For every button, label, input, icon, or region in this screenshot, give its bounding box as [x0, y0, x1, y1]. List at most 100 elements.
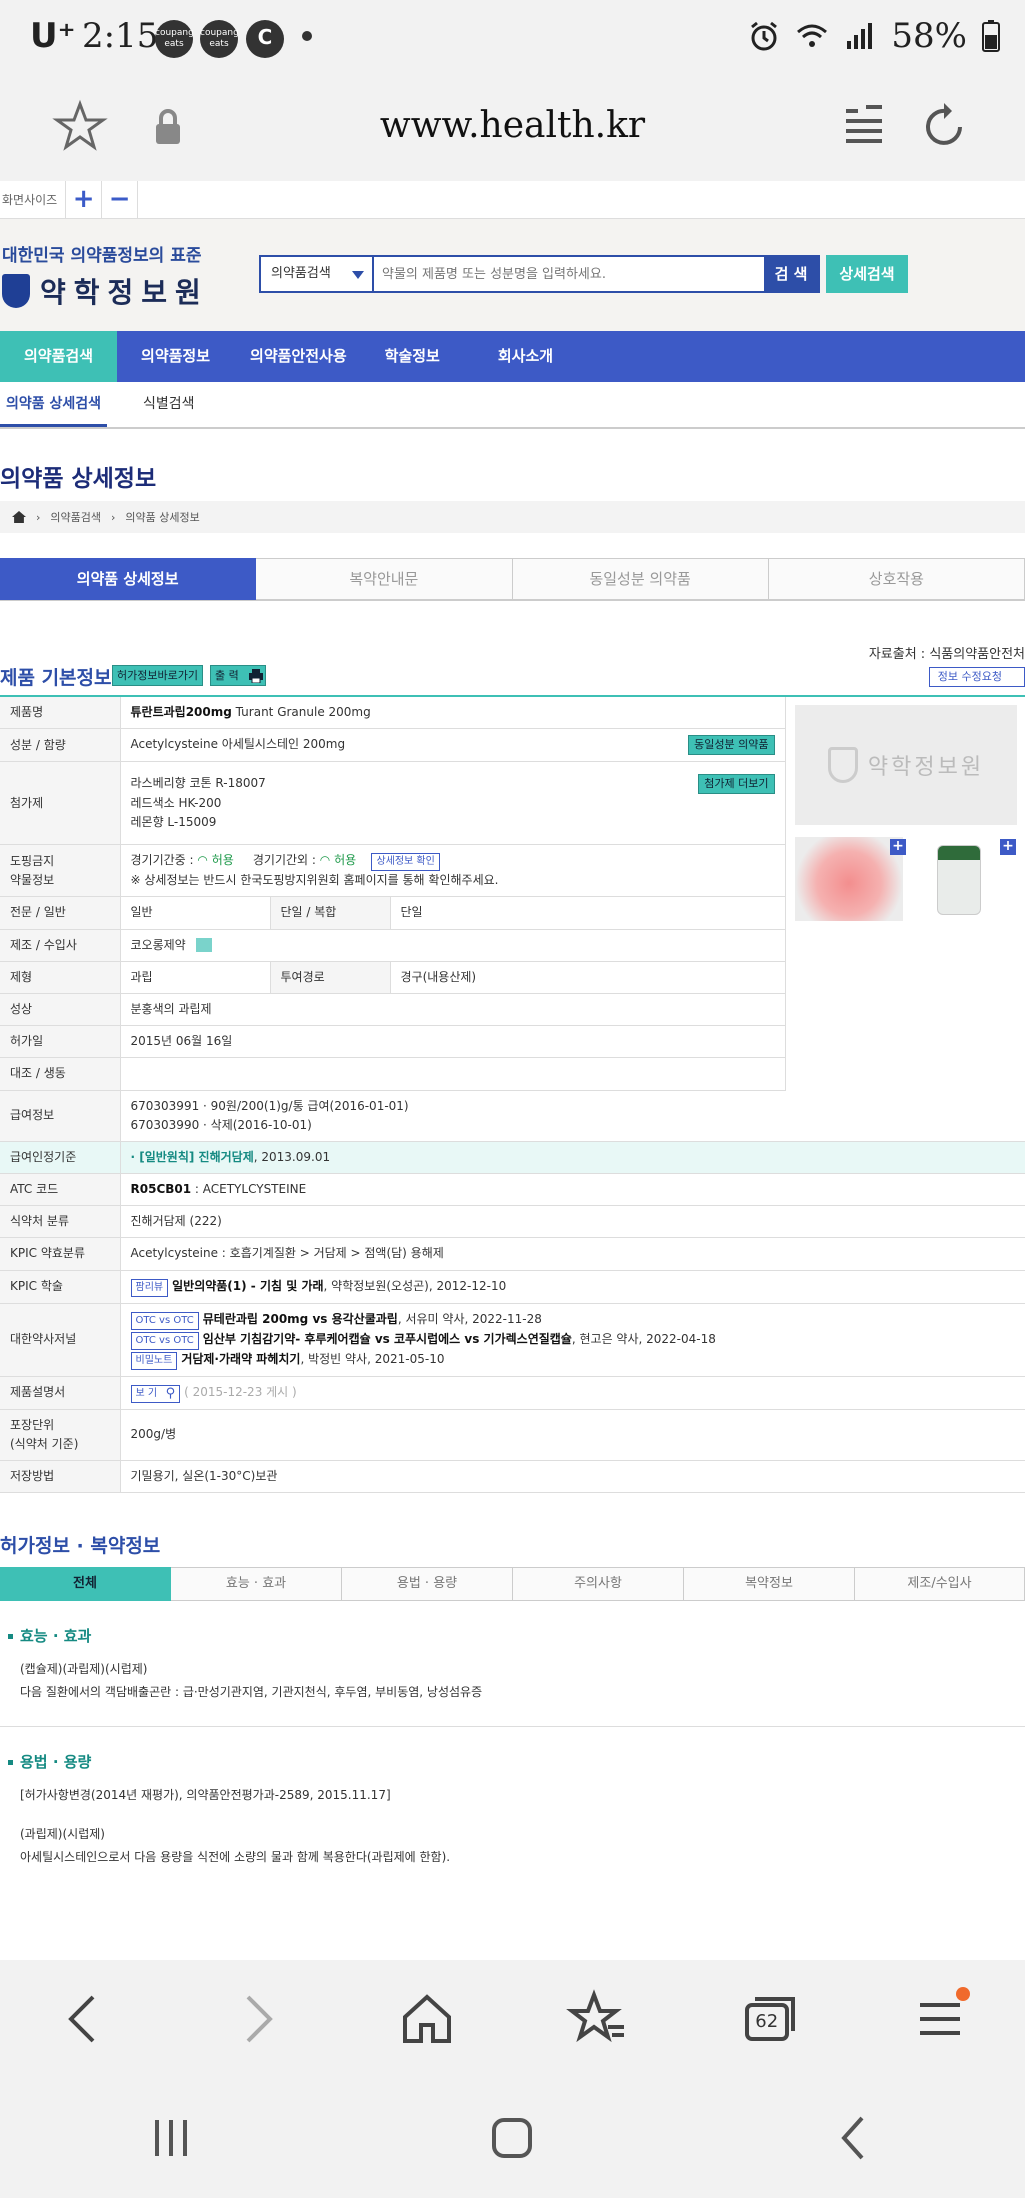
tab-same-ingredient[interactable]: 동일성분 의약품	[512, 558, 769, 600]
system-back-icon[interactable]	[824, 2108, 884, 2168]
journal-link[interactable]: 뮤테란과립 200mg vs 용각산쿨과립	[203, 1312, 398, 1326]
image-placeholder: 약학정보원	[795, 705, 1017, 825]
bookmarks-icon[interactable]	[566, 1987, 630, 2051]
doping-out-label: 경기기간외 :	[252, 853, 316, 868]
section-title: 제품 기본정보	[0, 667, 112, 689]
home-icon[interactable]	[395, 1987, 459, 2051]
additive-item: 레몬향 L-15009	[130, 814, 217, 829]
signal-icon	[847, 23, 873, 49]
tab-medication-info[interactable]: 복약정보	[684, 1567, 855, 1602]
nav-academic[interactable]: 학술정보	[363, 331, 468, 382]
nav-drug-safety[interactable]: 의약품안전사용	[234, 331, 363, 382]
kpic-study-link[interactable]: 일반의약품(1) - 기침 및 가래	[172, 1279, 323, 1293]
insurance-line: 670303991 · 90원/200(1)g/통 급여(2016-01-01)	[130, 1098, 409, 1113]
chevron-right-icon: ›	[111, 510, 116, 524]
detail-tabs: 의약품 상세정보 복약안내문 동일성분 의약품 상호작용	[0, 558, 1025, 601]
kpic-value: Acetylcysteine : 호흡기계질환 > 거담제 > 점액(담) 용해…	[120, 1237, 1025, 1271]
home-button-icon[interactable]	[482, 2108, 542, 2168]
row-label: 단일 / 복합	[269, 896, 391, 930]
tabs-icon[interactable]: 62	[737, 1987, 801, 2051]
doping-out-value: 허용	[334, 853, 357, 868]
caret-down-icon	[352, 271, 364, 279]
nav-drug-info[interactable]: 의약품정보	[117, 331, 234, 382]
search-button[interactable]: 검 색	[764, 257, 818, 291]
dosage-text: 아세틸시스테인으로서 다음 용량을 식전에 소량의 물과 함께 복용한다(과립제…	[20, 1849, 451, 1864]
effect-text: (캡슐제)(과립제)(시럽제)	[20, 1662, 148, 1677]
maker-value[interactable]: 코오롱제약	[131, 938, 186, 952]
chevron-right-icon: ›	[36, 510, 41, 524]
search-input[interactable]	[374, 257, 764, 291]
dosage-text: (과립제)(시럽제)	[20, 1826, 105, 1841]
back-icon[interactable]	[53, 1987, 117, 2051]
tab-detail-info[interactable]: 의약품 상세정보	[0, 558, 257, 600]
menu-icon[interactable]	[908, 1987, 972, 2051]
edit-request-button[interactable]: 정보 수정요청	[928, 667, 1025, 687]
insurance-line: 670303990 · 삭제(2016-10-01)	[130, 1117, 312, 1132]
tab-precautions[interactable]: 주의사항	[513, 1567, 684, 1602]
row-label: (식약처 기준)	[10, 1436, 79, 1451]
effect-title: 효능 · 효과	[0, 1625, 1025, 1646]
browser-bottom-nav: 62	[0, 1960, 1025, 2078]
nav-company[interactable]: 회사소개	[468, 331, 583, 382]
granule-photo[interactable]	[795, 837, 903, 921]
row-label: 대조 / 생동	[0, 1057, 121, 1091]
journal-tag: 비밀노트	[130, 1351, 178, 1370]
building-icon[interactable]	[195, 938, 212, 953]
carrier: U⁺	[30, 16, 76, 56]
recent-apps-icon[interactable]	[141, 2108, 201, 2168]
tab-all[interactable]: 전체	[0, 1567, 171, 1602]
additive-more-button[interactable]: 첨가제 더보기	[698, 774, 775, 795]
row-label: 성상	[0, 993, 121, 1027]
license-link-button[interactable]: 허가정보바로가기	[112, 665, 203, 686]
forward-icon[interactable]	[224, 1987, 288, 2051]
doping-detail-button[interactable]: 상세정보 확인	[371, 853, 440, 872]
plus-icon[interactable]: +	[1000, 839, 1016, 855]
coupang-eats-notification-icon: coupang eats	[200, 20, 239, 58]
reload-icon[interactable]	[916, 99, 972, 155]
status-right: 58%	[747, 16, 1001, 56]
breadcrumb-item[interactable]: 의약품 상세정보	[125, 509, 199, 525]
battery-level: 58%	[891, 16, 967, 56]
leaflet-view-button[interactable]: 보 기 ⚲	[130, 1384, 181, 1403]
subnav-identify-search[interactable]: 식별검색	[137, 382, 201, 427]
dosage-section: 용법 · 용량 [허가사항변경(2014년 재평가), 의약품안전평가과-258…	[0, 1727, 1025, 1868]
site-logo[interactable]: 약학정보원	[2, 271, 209, 311]
data-source: 자료출처 : 식품의약품안전처	[868, 647, 1025, 662]
row-label: 허가일	[0, 1025, 121, 1059]
same-ingredient-button[interactable]: 동일성분 의약품	[688, 735, 775, 756]
magnifier-icon: ⚲	[165, 1385, 176, 1401]
subnav-detail-search[interactable]: 의약품 상세검색	[0, 382, 108, 427]
font-increase-button[interactable]: +	[66, 181, 103, 219]
ref-value	[120, 1057, 786, 1091]
tab-dosage[interactable]: 용법 · 용량	[342, 1567, 513, 1602]
table-row: 대한약사저널 OTC vs OTC 뮤테란과립 200mg vs 용각산쿨과립, …	[0, 1303, 1025, 1377]
criteria-link[interactable]: · [일반원칙] 진해거담제	[131, 1150, 254, 1164]
tab-medication-guide[interactable]: 복약안내문	[256, 558, 513, 600]
row-label: 저장방법	[0, 1460, 121, 1494]
reader-icon[interactable]	[836, 99, 892, 155]
row-label: 급여인정기준	[0, 1141, 121, 1175]
detail-search-button[interactable]: 상세검색	[826, 255, 908, 293]
alarm-icon	[751, 21, 778, 51]
effect-text: 다음 질환에서의 객담배출곤란 : 급·만성기관지염, 기관지천식, 후두염, …	[20, 1684, 483, 1699]
row-label: 성분 / 함량	[0, 728, 121, 763]
nav-drug-search[interactable]: 의약품검색	[0, 331, 118, 382]
allowed-icon: ◠	[197, 853, 208, 868]
clock: 2:15	[82, 16, 159, 56]
journal-link[interactable]: 거담제·가래약 파헤치기	[181, 1352, 300, 1366]
license-tabs: 전체 효능 · 효과 용법 · 용량 주의사항 복약정보 제조/수입사	[0, 1567, 1025, 1602]
tab-manufacturer[interactable]: 제조/수입사	[855, 1567, 1025, 1602]
bottle-photo[interactable]	[937, 845, 981, 915]
table-row: 급여인정기준 · [일반원칙] 진해거담제, 2013.09.01	[0, 1141, 1025, 1175]
tab-interaction[interactable]: 상호작용	[768, 558, 1025, 600]
tab-effect[interactable]: 효능 · 효과	[171, 1567, 342, 1602]
font-decrease-button[interactable]: −	[102, 181, 139, 219]
sub-nav: 의약품 상세검색 식별검색	[0, 382, 1025, 429]
row-label: 약물정보	[10, 872, 55, 887]
plus-icon[interactable]: +	[890, 839, 906, 855]
breadcrumb-item[interactable]: 의약품검색	[50, 509, 101, 525]
journal-link[interactable]: 임산부 기침감기약- 후루케어캡슐 vs 코푸시럽에스 vs 기가렉스연질캡슐	[203, 1332, 572, 1346]
search-type-select[interactable]: 의약품검색	[261, 257, 374, 291]
search-bar: 의약품검색 검 색	[259, 255, 820, 293]
home-icon[interactable]	[12, 511, 26, 523]
